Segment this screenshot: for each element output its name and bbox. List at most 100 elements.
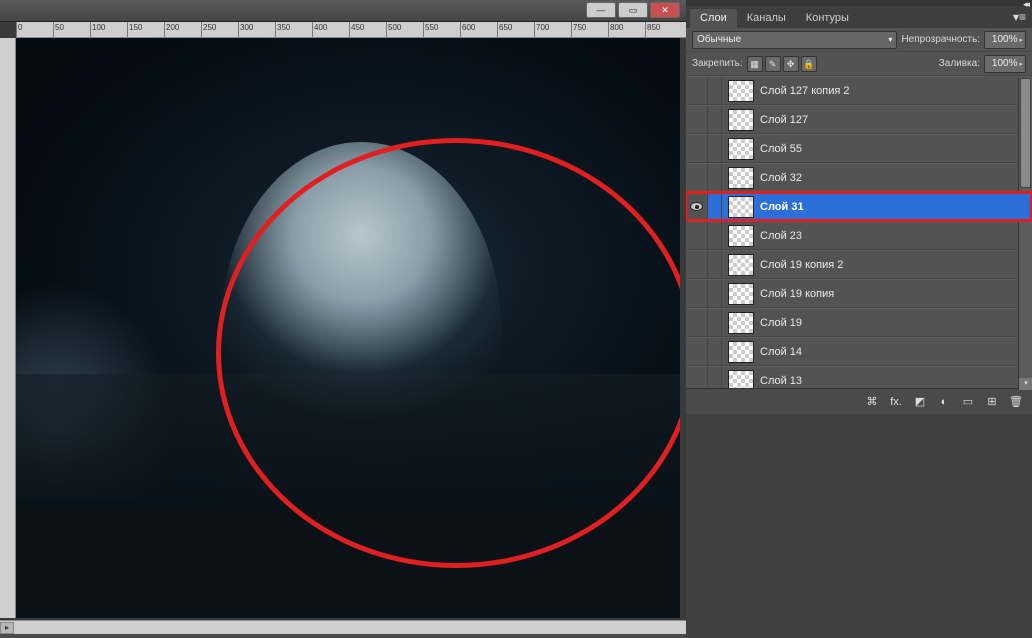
layer-name[interactable]: Слой 13	[760, 375, 1026, 387]
visibility-toggle[interactable]	[686, 106, 708, 133]
layer-row[interactable]: Слой 13	[686, 366, 1032, 388]
scroll-down-icon[interactable]: ▾	[1019, 378, 1032, 390]
adjustment-layer-icon[interactable]: ◐	[934, 393, 954, 411]
maximize-button[interactable]: ▭	[618, 2, 648, 18]
delete-layer-icon[interactable]: 🗑	[1006, 393, 1026, 411]
link-layers-icon[interactable]: ⌘	[862, 393, 882, 411]
layer-thumbnail[interactable]	[728, 138, 754, 160]
lock-pixels-icon[interactable]: ✎	[765, 56, 781, 72]
link-column[interactable]	[708, 77, 722, 104]
link-column[interactable]	[708, 135, 722, 162]
ruler-mark: 350	[277, 23, 290, 32]
scroll-left-arrow-icon[interactable]: ▸	[0, 622, 14, 634]
tab-layers[interactable]: Слои	[690, 9, 737, 28]
add-mask-icon[interactable]: ◩	[910, 393, 930, 411]
ruler-mark: 50	[55, 23, 64, 32]
visibility-toggle[interactable]	[686, 338, 708, 365]
layer-name[interactable]: Слой 23	[760, 230, 1026, 242]
layer-name[interactable]: Слой 14	[760, 346, 1026, 358]
layer-name[interactable]: Слой 127	[760, 114, 1026, 126]
layer-thumbnail[interactable]	[728, 167, 754, 189]
layer-name[interactable]: Слой 19 копия	[760, 288, 1026, 300]
horizontal-ruler[interactable]: 0501001502002503003504004505005506006507…	[16, 22, 686, 38]
layer-row[interactable]: Слой 14	[686, 337, 1032, 366]
layers-scrollbar[interactable]: ▾	[1018, 78, 1032, 390]
layer-thumbnail[interactable]	[728, 283, 754, 305]
link-column[interactable]	[708, 193, 722, 220]
layer-thumbnail[interactable]	[728, 341, 754, 363]
visibility-toggle[interactable]	[686, 193, 708, 220]
opacity-label: Непрозрачность:	[901, 34, 980, 45]
link-column[interactable]	[708, 338, 722, 365]
blend-mode-dropdown[interactable]: Обычные ▾	[692, 31, 897, 49]
minimize-button[interactable]: —	[586, 2, 616, 18]
visibility-toggle[interactable]	[686, 164, 708, 191]
layer-name[interactable]: Слой 31	[760, 201, 1026, 213]
layer-row[interactable]: Слой 19	[686, 308, 1032, 337]
fill-label: Заливка:	[939, 58, 980, 69]
ruler-mark: 750	[573, 23, 586, 32]
layers-panel-footer: ⌘ fx. ◩ ◐ ▭ ⊞ 🗑	[686, 388, 1032, 414]
panel-collapse-icon[interactable]: ◂◂	[1023, 0, 1028, 10]
link-column[interactable]	[708, 367, 722, 388]
layer-row[interactable]: Слой 55	[686, 134, 1032, 163]
link-column[interactable]	[708, 222, 722, 249]
layer-thumbnail[interactable]	[728, 196, 754, 218]
layers-list[interactable]: Слой 127 копия 2 Слой 127 Слой 55 Слой 32 Сл…	[686, 76, 1032, 388]
panel-empty-area	[686, 414, 1032, 638]
panel-menu-icon[interactable]: ▾≡	[1007, 6, 1032, 28]
visibility-toggle[interactable]	[686, 222, 708, 249]
visibility-toggle[interactable]	[686, 77, 708, 104]
layer-thumbnail[interactable]	[728, 370, 754, 389]
close-button[interactable]: ✕	[650, 2, 680, 18]
document-window: — ▭ ✕ 0501001502002503003504004505005506…	[0, 0, 686, 634]
visibility-toggle[interactable]	[686, 251, 708, 278]
canvas[interactable]	[16, 38, 680, 618]
layer-row[interactable]: Слой 127	[686, 105, 1032, 134]
layer-row[interactable]: Слой 19 копия	[686, 279, 1032, 308]
visibility-toggle[interactable]	[686, 367, 708, 388]
lock-position-icon[interactable]: ✥	[783, 56, 799, 72]
opacity-input[interactable]: 100%▸	[984, 31, 1026, 49]
layer-thumbnail[interactable]	[728, 80, 754, 102]
group-layers-icon[interactable]: ▭	[958, 393, 978, 411]
horizontal-scrollbar[interactable]: ▸	[0, 620, 686, 634]
layer-row[interactable]: Слой 23	[686, 221, 1032, 250]
scrollbar-thumb[interactable]	[1020, 78, 1031, 188]
tab-paths[interactable]: Контуры	[796, 9, 859, 28]
new-layer-icon[interactable]: ⊞	[982, 393, 1002, 411]
eye-icon	[690, 202, 703, 211]
lock-all-icon[interactable]: 🔒	[801, 56, 817, 72]
layer-name[interactable]: Слой 32	[760, 172, 1026, 184]
layer-name[interactable]: Слой 19 копия 2	[760, 259, 1026, 271]
vertical-ruler[interactable]	[0, 38, 16, 618]
layer-row[interactable]: Слой 19 копия 2	[686, 250, 1032, 279]
window-title-bar[interactable]: — ▭ ✕	[0, 0, 686, 22]
visibility-toggle[interactable]	[686, 135, 708, 162]
layer-name[interactable]: Слой 55	[760, 143, 1026, 155]
link-column[interactable]	[708, 106, 722, 133]
ruler-mark: 450	[351, 23, 364, 32]
chevron-right-icon: ▸	[1019, 36, 1023, 44]
link-column[interactable]	[708, 280, 722, 307]
layer-fx-icon[interactable]: fx.	[886, 393, 906, 411]
layer-thumbnail[interactable]	[728, 254, 754, 276]
layer-name[interactable]: Слой 127 копия 2	[760, 85, 1026, 97]
lock-transparent-icon[interactable]: ▦	[747, 56, 763, 72]
layer-row[interactable]: Слой 127 копия 2	[686, 76, 1032, 105]
ruler-mark: 400	[314, 23, 327, 32]
layer-row[interactable]: Слой 32	[686, 163, 1032, 192]
fill-input[interactable]: 100%▸	[984, 55, 1026, 73]
layer-thumbnail[interactable]	[728, 312, 754, 334]
link-column[interactable]	[708, 251, 722, 278]
layer-thumbnail[interactable]	[728, 225, 754, 247]
visibility-toggle[interactable]	[686, 309, 708, 336]
layer-name[interactable]: Слой 19	[760, 317, 1026, 329]
panel-grip[interactable]: ◂◂	[686, 0, 1032, 6]
layer-row[interactable]: Слой 31	[686, 192, 1032, 221]
layer-thumbnail[interactable]	[728, 109, 754, 131]
visibility-toggle[interactable]	[686, 280, 708, 307]
tab-channels[interactable]: Каналы	[737, 9, 796, 28]
link-column[interactable]	[708, 164, 722, 191]
link-column[interactable]	[708, 309, 722, 336]
